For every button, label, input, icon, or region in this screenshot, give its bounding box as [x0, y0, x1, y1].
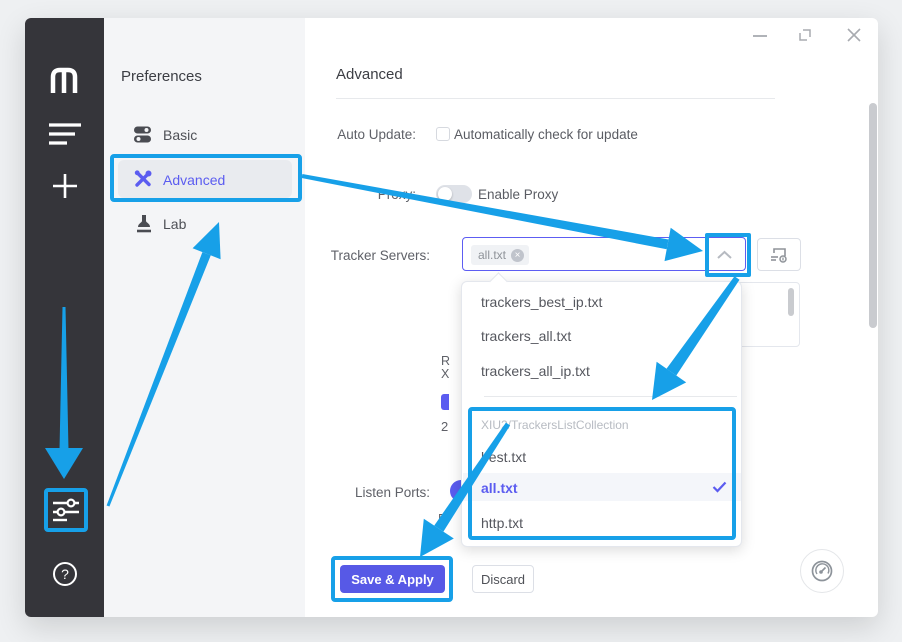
add-task-icon[interactable] — [52, 173, 78, 199]
motrix-logo-icon — [48, 65, 80, 97]
maximize-icon[interactable] — [797, 27, 813, 43]
auto-update-checkbox[interactable] — [436, 127, 450, 141]
dropdown-option[interactable]: trackers_all_ip.txt — [481, 363, 590, 379]
title-divider — [336, 98, 775, 99]
annotation-box-settings — [44, 488, 88, 532]
auto-update-option-label: Automatically check for update — [454, 127, 638, 142]
discard-button[interactable]: Discard — [472, 565, 534, 593]
page-title: Advanced — [336, 66, 403, 83]
proxy-toggle[interactable] — [436, 185, 472, 203]
toggle-knob — [438, 187, 452, 201]
annotation-box-advanced — [110, 154, 302, 202]
clipped-text-fragment: R — [441, 354, 450, 368]
minimize-icon[interactable] — [752, 28, 768, 42]
help-icon[interactable]: ? — [53, 562, 77, 586]
gauge-icon — [809, 558, 835, 584]
basic-icon — [133, 125, 152, 144]
tracker-servers-select[interactable]: all.txt × — [462, 237, 746, 271]
tag-remove-icon[interactable]: × — [511, 249, 524, 262]
sidebar-item-lab[interactable]: Lab — [163, 216, 186, 232]
clipped-text-fragment: X — [441, 367, 449, 381]
screenshot-canvas: ? Preferences Basic Advanced — [0, 0, 902, 642]
annotation-box-chevron — [705, 233, 751, 277]
tracker-servers-label: Tracker Servers: — [300, 248, 430, 263]
selected-tracker-tag: all.txt × — [471, 245, 529, 265]
clipped-text-fragment: E — [438, 511, 447, 526]
tag-label: all.txt — [478, 248, 506, 262]
nav-sidebar: ? — [25, 18, 104, 617]
annotation-box-dropdown-group — [468, 407, 736, 540]
dropdown-option[interactable]: trackers_all.txt — [481, 328, 571, 344]
sidebar-item-basic[interactable]: Basic — [163, 127, 197, 143]
preferences-panel: Preferences Basic Advanced — [104, 18, 305, 617]
clipped-text-fragment: 2 — [441, 419, 448, 434]
dropdown-divider — [484, 396, 737, 397]
textarea-scrollbar[interactable] — [788, 288, 794, 316]
speed-limit-button[interactable] — [800, 549, 844, 593]
window-scrollbar[interactable] — [869, 103, 877, 328]
close-icon[interactable] — [846, 27, 862, 43]
proxy-option-label: Enable Proxy — [478, 187, 558, 202]
sync-trackers-button[interactable] — [757, 238, 801, 271]
proxy-label: Proxy: — [327, 187, 416, 202]
dropdown-option[interactable]: trackers_best_ip.txt — [481, 294, 602, 310]
task-list-icon[interactable] — [48, 121, 82, 147]
clipped-button-fragment — [441, 394, 449, 410]
annotation-box-save — [331, 556, 453, 602]
lab-icon — [135, 214, 153, 233]
panel-title: Preferences — [121, 68, 202, 85]
auto-update-label: Auto Update: — [327, 127, 416, 142]
listen-ports-label: Listen Ports: — [300, 485, 430, 500]
